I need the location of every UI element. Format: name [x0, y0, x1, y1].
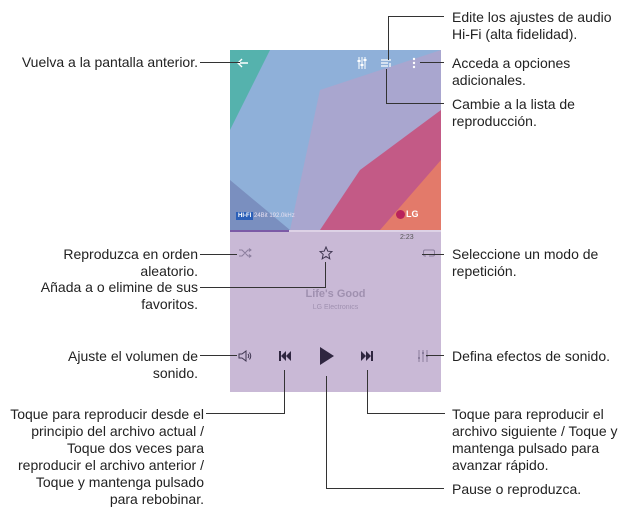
leader-playlist-h — [386, 103, 444, 104]
leader-next-v — [367, 370, 368, 414]
repeat-icon[interactable] — [420, 246, 438, 260]
leader-volume — [200, 355, 237, 356]
play-icon[interactable] — [316, 344, 338, 368]
hifi-settings-icon[interactable] — [354, 54, 370, 72]
hifi-badge: HI-FI — [236, 212, 254, 220]
previous-icon[interactable] — [276, 348, 294, 364]
song-artist: LG Electronics — [312, 304, 359, 311]
leader-repeat — [422, 254, 444, 255]
callout-volume: Ajuste el volumen de sonido. — [68, 348, 198, 381]
callout-shuffle: Reproduzca en orden aleatorio. — [63, 246, 198, 279]
music-player-screen: HI-FI 24Bit 192.0kHz LG 2:23 Life's Good… — [230, 50, 441, 392]
callout-sound-effects: Defina efectos de sonido. — [452, 348, 610, 364]
next-icon[interactable] — [358, 348, 376, 364]
song-title: Life's Good — [305, 288, 366, 300]
leader-favorites-h — [200, 287, 325, 288]
leader-play-v — [326, 376, 327, 488]
back-arrow-icon[interactable] — [234, 54, 252, 72]
volume-icon[interactable] — [236, 349, 254, 363]
leader-next-h — [367, 413, 445, 414]
sound-effects-icon[interactable] — [414, 348, 432, 364]
lg-logo-text: LG — [406, 209, 419, 219]
leader-hifi-h — [388, 16, 444, 17]
callout-more-options: Acceda a opciones adicionales. — [452, 55, 571, 88]
leader-play-h — [326, 488, 444, 489]
leader-back — [200, 62, 240, 63]
callout-previous: Toque para reproducir desde el principio… — [10, 406, 204, 507]
callout-playlist: Cambie a la lista de reproducción. — [452, 96, 575, 129]
hifi-format: 24Bit 192.0kHz — [254, 213, 295, 219]
callout-favorites: Añada a o elimine de sus favoritos. — [40, 279, 198, 312]
leader-shuffle — [200, 254, 237, 255]
leader-sound-effects — [426, 355, 444, 356]
progress-bar[interactable] — [230, 230, 441, 232]
leader-previous-h — [206, 413, 284, 414]
progress-fill — [230, 230, 290, 232]
callout-next: Toque para reproducir el archivo siguien… — [452, 406, 618, 473]
callout-back: Vuelva a la pantalla anterior. — [21, 54, 198, 70]
elapsed-time: 2:23 — [400, 234, 414, 241]
callout-repeat: Seleccione un modo de repetición. — [452, 246, 599, 279]
leader-playlist-v — [386, 69, 387, 103]
leader-favorites-v — [325, 262, 326, 288]
star-icon[interactable] — [317, 244, 335, 262]
album-art-graphic — [230, 50, 441, 230]
callout-hifi: Edite los ajustes de audio Hi-Fi (alta f… — [452, 9, 612, 42]
more-options-icon[interactable] — [408, 54, 420, 72]
shuffle-icon[interactable] — [236, 246, 254, 260]
lg-logo: LG — [396, 209, 419, 220]
leader-hifi-v — [388, 16, 389, 60]
album-art: HI-FI 24Bit 192.0kHz LG — [230, 50, 441, 230]
callout-play-pause: Pause o reproduzca. — [452, 481, 582, 497]
leader-more-options — [420, 62, 444, 63]
leader-previous-v — [284, 370, 285, 414]
